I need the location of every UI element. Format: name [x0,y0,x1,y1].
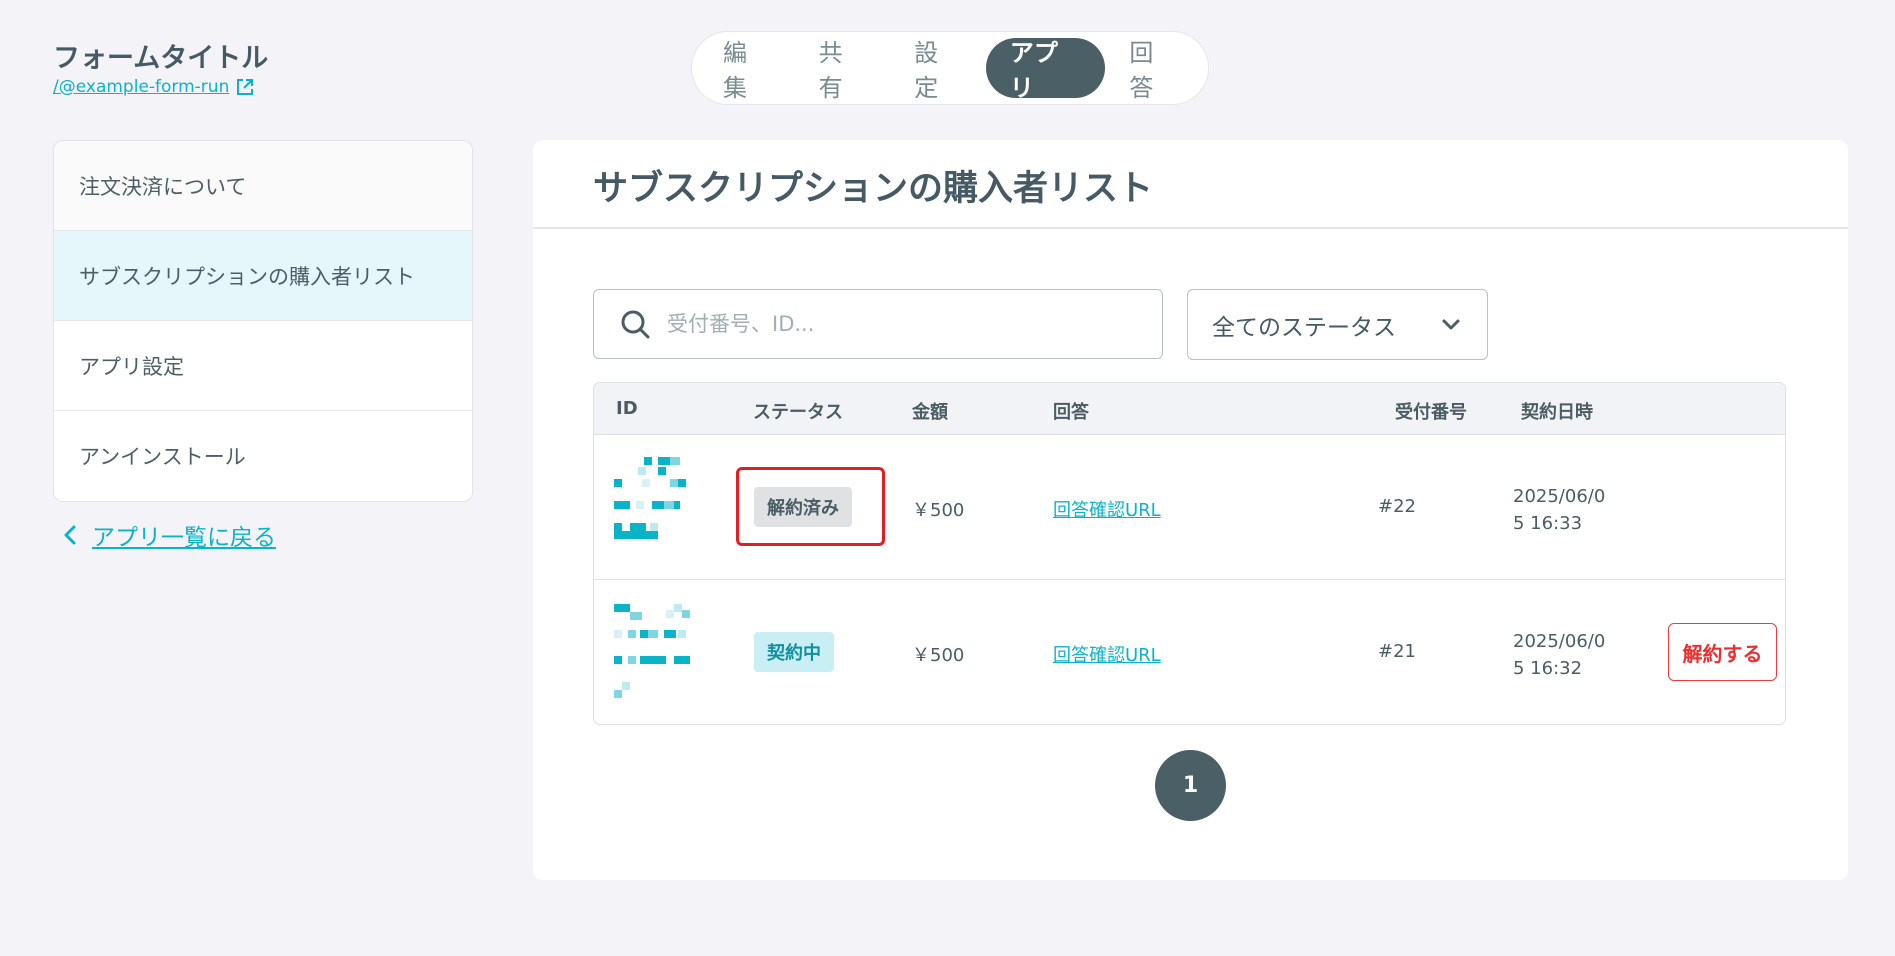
receipt-number: #22 [1378,496,1416,517]
page-title: サブスクリプションの購入者リスト [593,169,1154,209]
table-header: ID ステータス 金額 回答 受付番号 契約日時 [594,383,1785,435]
chevron-down-icon [1442,319,1460,329]
chevron-left-icon [64,525,76,545]
sidebar-item-uninstall[interactable]: アンインストール [54,411,472,501]
status-badge: 解約済み [754,487,852,527]
status-filter-select[interactable]: 全てのステータス [1187,289,1488,360]
user-id-avatar [614,604,690,698]
contract-date-line1: 2025/06/0 [1513,486,1606,507]
tab-apps[interactable]: アプリ [985,38,1106,102]
sidebar-item-app-settings[interactable]: アプリ設定 [54,321,472,411]
top-tab-bar: 編集 共有 設定 アプリ 回答 [691,31,1209,105]
tab-answers[interactable]: 回答 [1105,38,1201,102]
contract-date: 2025/06/0 5 16:32 [1513,628,1605,682]
column-header-id: ID [616,398,638,419]
status-badge: 契約中 [754,632,834,672]
subscriber-table: ID ステータス 金額 回答 受付番号 契約日時 解約済み ￥500 回答確認U… [593,382,1786,725]
search-icon [621,310,650,339]
column-header-amount: 金額 [912,402,948,423]
answer-confirm-link[interactable]: 回答確認URL [1053,496,1161,522]
title-divider [533,227,1848,229]
form-url-link[interactable]: /@example-form-run [53,77,255,97]
form-title: フォームタイトル [53,43,269,74]
form-url-label: /@example-form-run [53,77,230,97]
user-id-avatar [614,457,686,539]
table-row: 解約済み ￥500 回答確認URL #22 2025/06/0 5 16:33 [594,435,1785,580]
external-link-icon [237,79,254,95]
amount-value: ￥500 [912,500,965,521]
column-header-status: ステータス [753,402,843,423]
back-to-apps-link[interactable]: アプリ一覧に戻る [62,518,276,552]
contract-date-line2: 5 16:33 [1513,513,1583,534]
search-box [593,289,1163,359]
contract-date: 2025/06/0 5 16:33 [1513,483,1605,537]
cancel-subscription-button[interactable]: 解約する [1668,623,1777,681]
table-row: 契約中 ￥500 回答確認URL #21 2025/06/0 5 16:32 解… [594,580,1785,724]
sidebar-item-subscription-list[interactable]: サブスクリプションの購入者リスト [54,231,472,321]
column-header-answer: 回答 [1053,402,1089,423]
pagination-page-1[interactable]: 1 [1155,750,1226,821]
answer-confirm-link[interactable]: 回答確認URL [1053,641,1161,667]
column-header-contract-date: 契約日時 [1521,402,1593,423]
receipt-number: #21 [1378,641,1416,662]
amount-value: ￥500 [912,645,965,666]
contract-date-line1: 2025/06/0 [1513,631,1606,652]
search-input[interactable] [667,312,1137,336]
tab-edit[interactable]: 編集 [699,38,795,102]
contract-date-line2: 5 16:32 [1513,658,1583,679]
status-filter-value: 全てのステータス [1212,314,1396,341]
sidebar-menu: 注文決済について サブスクリプションの購入者リスト アプリ設定 アンインストール [53,140,473,502]
tab-settings[interactable]: 設定 [890,38,986,102]
back-link-label: アプリ一覧に戻る [92,525,276,551]
tab-share[interactable]: 共有 [795,38,891,102]
main-panel: サブスクリプションの購入者リスト 全てのステータス ID ステータス 金額 回答… [533,140,1848,880]
column-header-receipt-number: 受付番号 [1395,402,1467,423]
sidebar-item-order-payment[interactable]: 注文決済について [54,141,472,231]
